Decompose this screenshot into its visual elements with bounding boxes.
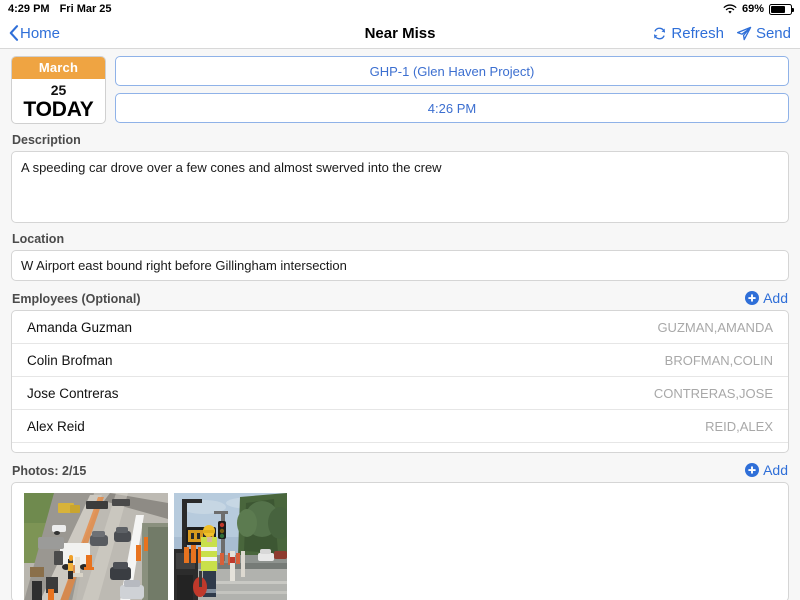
photos-list <box>11 482 789 600</box>
refresh-icon <box>652 26 667 41</box>
status-bar: 4:29 PM Fri Mar 25 69% <box>0 0 800 18</box>
employees-list: Amanda Guzman GUZMAN,AMANDA Colin Brofma… <box>11 310 789 453</box>
employee-code: BROFMAN,COLIN <box>664 352 773 368</box>
add-photo-label: Add <box>763 462 788 478</box>
list-footer-spacer <box>12 443 788 452</box>
location-section: Location W Airport east bound right befo… <box>0 223 800 281</box>
top-row: March 25 TODAY GHP-1 (Glen Haven Project… <box>0 49 800 124</box>
date-badge-month: March <box>12 57 105 79</box>
paper-plane-icon <box>736 26 752 41</box>
employees-section: Employees (Optional) Add Amanda Guzman G… <box>0 281 800 453</box>
battery-percent: 69% <box>741 3 764 15</box>
table-row[interactable]: Amanda Guzman GUZMAN,AMANDA <box>12 311 788 344</box>
date-badge[interactable]: March 25 TODAY <box>11 56 106 124</box>
photos-label: Photos: 2/15 <box>12 464 87 478</box>
project-selector[interactable]: GHP-1 (Glen Haven Project) <box>115 56 789 86</box>
date-badge-day: 25 <box>50 82 67 98</box>
battery-icon <box>769 3 794 15</box>
add-circle-icon <box>745 463 760 477</box>
time-selector[interactable]: 4:26 PM <box>115 93 789 123</box>
employee-code: REID,ALEX <box>705 418 773 434</box>
photos-section: Photos: 2/15 Add <box>0 453 800 600</box>
table-row[interactable]: Jose Contreras CONTRERAS,JOSE <box>12 377 788 410</box>
time-selector-value: 4:26 PM <box>427 100 477 116</box>
project-selector-value: GHP-1 (Glen Haven Project) <box>369 63 535 79</box>
employees-header: Employees (Optional) Add <box>11 281 789 310</box>
photo-thumbnail[interactable] <box>24 493 168 600</box>
date-badge-today: TODAY <box>23 98 94 121</box>
status-bar-date: Fri Mar 25 <box>59 3 112 15</box>
top-fields: GHP-1 (Glen Haven Project) 4:26 PM <box>115 56 789 124</box>
send-button[interactable]: Send <box>736 25 791 42</box>
send-button-label: Send <box>755 24 791 42</box>
add-photo-button[interactable]: Add <box>745 462 788 478</box>
location-input[interactable]: W Airport east bound right before Gillin… <box>11 250 789 281</box>
table-row[interactable]: Colin Brofman BROFMAN,COLIN <box>12 344 788 377</box>
employee-code: GUZMAN,AMANDA <box>657 319 773 335</box>
back-button-label: Home <box>20 24 61 42</box>
add-employee-label: Add <box>763 290 788 306</box>
employees-label: Employees (Optional) <box>12 292 141 306</box>
navbar-actions: Refresh Send <box>652 25 791 42</box>
status-bar-time: 4:29 PM <box>8 3 50 15</box>
back-button[interactable]: Home <box>9 25 60 42</box>
location-label: Location <box>12 232 65 246</box>
photo-thumbnail[interactable] <box>174 493 287 600</box>
refresh-button[interactable]: Refresh <box>652 25 724 42</box>
description-input[interactable]: A speeding car drove over a few cones an… <box>11 151 789 223</box>
chevron-left-icon <box>9 25 19 41</box>
employee-code: CONTRERAS,JOSE <box>653 385 773 401</box>
refresh-button-label: Refresh <box>671 24 724 42</box>
wifi-icon <box>723 3 737 15</box>
employee-name: Colin Brofman <box>27 352 113 368</box>
description-label: Description <box>12 133 81 147</box>
employee-name: Amanda Guzman <box>27 319 133 335</box>
description-section: Description A speeding car drove over a … <box>0 124 800 223</box>
photos-header: Photos: 2/15 Add <box>11 453 789 482</box>
table-row[interactable]: Alex Reid REID,ALEX <box>12 410 788 443</box>
navigation-bar: Home Near Miss Refresh Send <box>0 18 800 49</box>
employee-name: Jose Contreras <box>27 385 119 401</box>
status-bar-indicators: 69% <box>723 3 794 15</box>
form-content: March 25 TODAY GHP-1 (Glen Haven Project… <box>0 49 800 600</box>
add-employee-button[interactable]: Add <box>745 290 788 306</box>
add-circle-icon <box>745 291 760 305</box>
employee-name: Alex Reid <box>27 418 85 434</box>
